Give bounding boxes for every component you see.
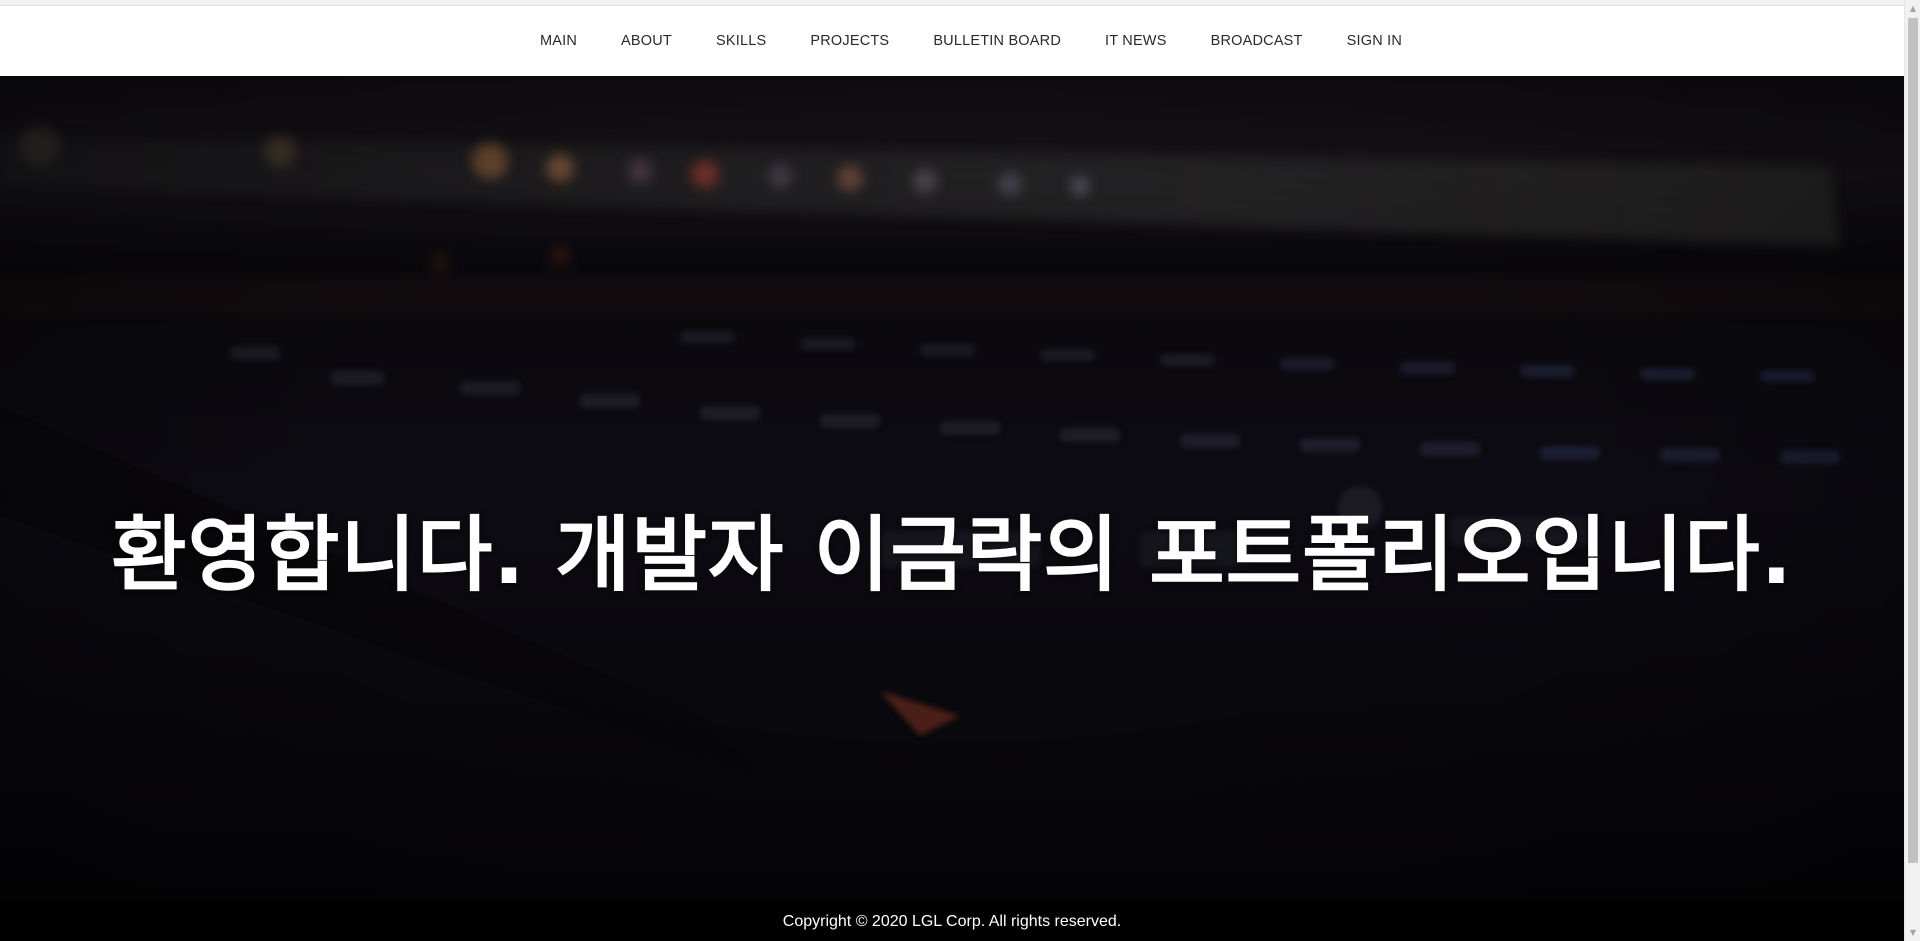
page: MAIN ABOUT SKILLS PROJECTS BULLETIN BOAR… (0, 0, 1920, 941)
vertical-scrollbar[interactable]: ▲ ▼ (1904, 0, 1920, 941)
nav-item-broadcast[interactable]: BROADCAST (1189, 33, 1325, 49)
nav-item-about[interactable]: ABOUT (599, 33, 694, 49)
footer-copyright: Copyright © 2020 LGL Corp. All rights re… (782, 912, 1122, 930)
nav-item-main[interactable]: MAIN (518, 33, 599, 49)
nav-list: MAIN ABOUT SKILLS PROJECTS BULLETIN BOAR… (518, 33, 1424, 49)
nav-item-projects[interactable]: PROJECTS (788, 33, 911, 49)
hero-title: 환영합니다. 개발자 이금락의 포트폴리오입니다. (111, 507, 1793, 603)
nav-item-skills[interactable]: SKILLS (694, 33, 788, 49)
navbar: MAIN ABOUT SKILLS PROJECTS BULLETIN BOAR… (0, 6, 1904, 76)
scrollbar-thumb[interactable] (1908, 18, 1918, 863)
nav-item-it-news[interactable]: IT NEWS (1083, 33, 1189, 49)
scroll-up-icon[interactable]: ▲ (1905, 0, 1920, 17)
footer: Copyright © 2020 LGL Corp. All rights re… (0, 902, 1904, 941)
nav-item-bulletin-board[interactable]: BULLETIN BOARD (911, 33, 1083, 49)
scroll-down-icon[interactable]: ▼ (1905, 924, 1920, 941)
nav-item-sign-in[interactable]: SIGN IN (1325, 33, 1424, 49)
hero-background-image (0, 76, 1904, 902)
hero-section: 환영합니다. 개발자 이금락의 포트폴리오입니다. (0, 76, 1904, 902)
